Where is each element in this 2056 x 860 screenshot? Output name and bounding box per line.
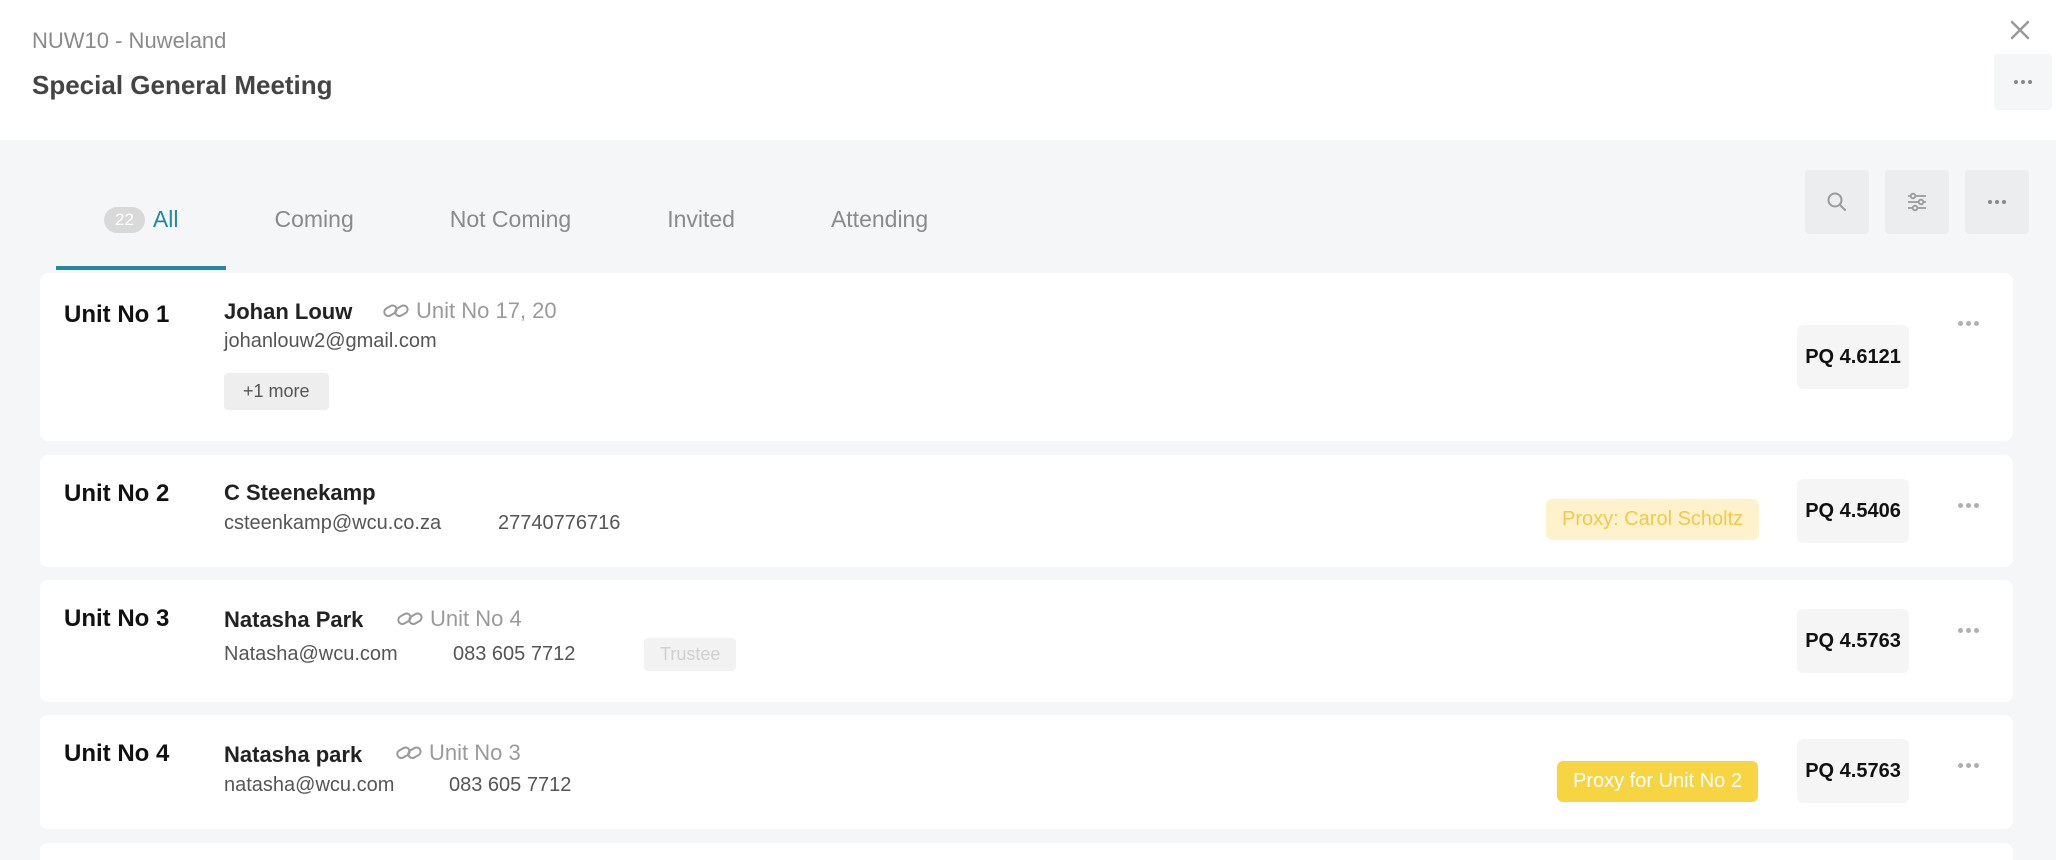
row-more-button[interactable] (1948, 311, 1988, 335)
tab-attending[interactable]: Attending (783, 196, 976, 270)
filter-button[interactable] (1885, 170, 1949, 234)
unit-number: Unit No 1 (64, 301, 170, 328)
owner-email: johanlouw2@gmail.com (224, 330, 437, 352)
modal-header: NUW10 - Nuweland Special General Meeting (0, 0, 2056, 140)
more-icon (1965, 170, 2029, 234)
header-more-button[interactable] (1994, 54, 2052, 110)
trustee-badge: Trustee (644, 638, 737, 671)
more-icon (1948, 311, 1988, 335)
owner-phone: 27740776716 (498, 512, 621, 534)
attendee-row[interactable]: Unit No 1 Johan Louw Unit No 17, 20 joha… (40, 273, 2013, 441)
pq-value: PQ 4.5763 (1797, 739, 1909, 803)
attendance-tabs: 22 All Coming Not Coming Invited Attendi… (56, 196, 976, 270)
tab-coming-label: Coming (274, 206, 354, 232)
unit-number: Unit No 4 (64, 740, 170, 767)
link-icon (397, 612, 423, 625)
pq-value: PQ 4.5763 (1797, 609, 1909, 673)
owner-phone: 083 605 7712 (449, 774, 572, 796)
unit-number: Unit No 2 (64, 480, 170, 507)
attendee-row[interactable]: Unit No 3 Natasha Park Unit No 4 Natasha… (40, 580, 2013, 702)
close-icon[interactable] (2006, 16, 2034, 44)
linked-units-text: Unit No 17, 20 (416, 298, 557, 323)
owner-phone: 083 605 7712 (453, 643, 576, 665)
proxy-badge: Proxy: Carol Scholtz (1546, 499, 1760, 540)
row-more-button[interactable] (1948, 618, 1988, 642)
more-contacts-chip[interactable]: +1 more (224, 373, 329, 410)
link-icon (396, 746, 422, 759)
filter-sliders-icon (1908, 192, 1926, 212)
unit-number: Unit No 3 (64, 605, 170, 632)
owner-email: csteenkamp@wcu.co.za (224, 512, 442, 534)
tab-not-coming[interactable]: Not Coming (402, 196, 619, 270)
search-button[interactable] (1805, 170, 1869, 234)
linked-units[interactable]: Unit No 4 (396, 606, 522, 632)
tab-not-coming-label: Not Coming (449, 206, 572, 232)
more-icon (1994, 54, 2052, 110)
row-more-button[interactable] (1948, 753, 1988, 777)
more-icon (1948, 493, 1988, 517)
proxy-for-badge: Proxy for Unit No 2 (1557, 761, 1758, 802)
linked-units[interactable]: Unit No 17, 20 (382, 298, 557, 324)
linked-units[interactable]: Unit No 3 (395, 740, 521, 766)
pq-value: PQ 4.5406 (1797, 479, 1909, 543)
link-icon (383, 304, 409, 317)
tab-all-count: 22 (104, 207, 145, 233)
pq-value: PQ 4.6121 (1797, 325, 1909, 389)
meeting-title: Special General Meeting (32, 70, 333, 100)
owner-name: Johan Louw (224, 299, 353, 324)
tab-invited-label: Invited (667, 206, 735, 232)
attendee-row[interactable] (40, 843, 2013, 860)
more-icon (1948, 618, 1988, 642)
row-more-button[interactable] (1948, 493, 1988, 517)
owner-name: Natasha park (224, 742, 363, 767)
tab-all[interactable]: 22 All (56, 196, 227, 270)
attendee-row[interactable]: Unit No 2 C Steenekamp csteenkamp@wcu.co… (40, 455, 2013, 567)
owner-email: Natasha@wcu.com (224, 643, 398, 665)
owner-name: Natasha Park (224, 607, 364, 632)
owner-name: C Steenekamp (224, 480, 376, 505)
tab-attending-label: Attending (830, 206, 929, 232)
toolbar-more-button[interactable] (1965, 170, 2029, 234)
tab-invited[interactable]: Invited (619, 196, 783, 270)
more-icon (1948, 753, 1988, 777)
tab-all-label: All (152, 206, 179, 232)
linked-units-text: Unit No 3 (429, 740, 521, 765)
tab-coming[interactable]: Coming (226, 196, 401, 270)
linked-units-text: Unit No 4 (430, 606, 522, 631)
scheme-name: NUW10 - Nuweland (32, 28, 227, 53)
search-icon (1827, 192, 1846, 211)
attendee-row[interactable]: Unit No 4 Natasha park Unit No 3 natasha… (40, 715, 2013, 829)
owner-email: natasha@wcu.com (224, 774, 395, 796)
